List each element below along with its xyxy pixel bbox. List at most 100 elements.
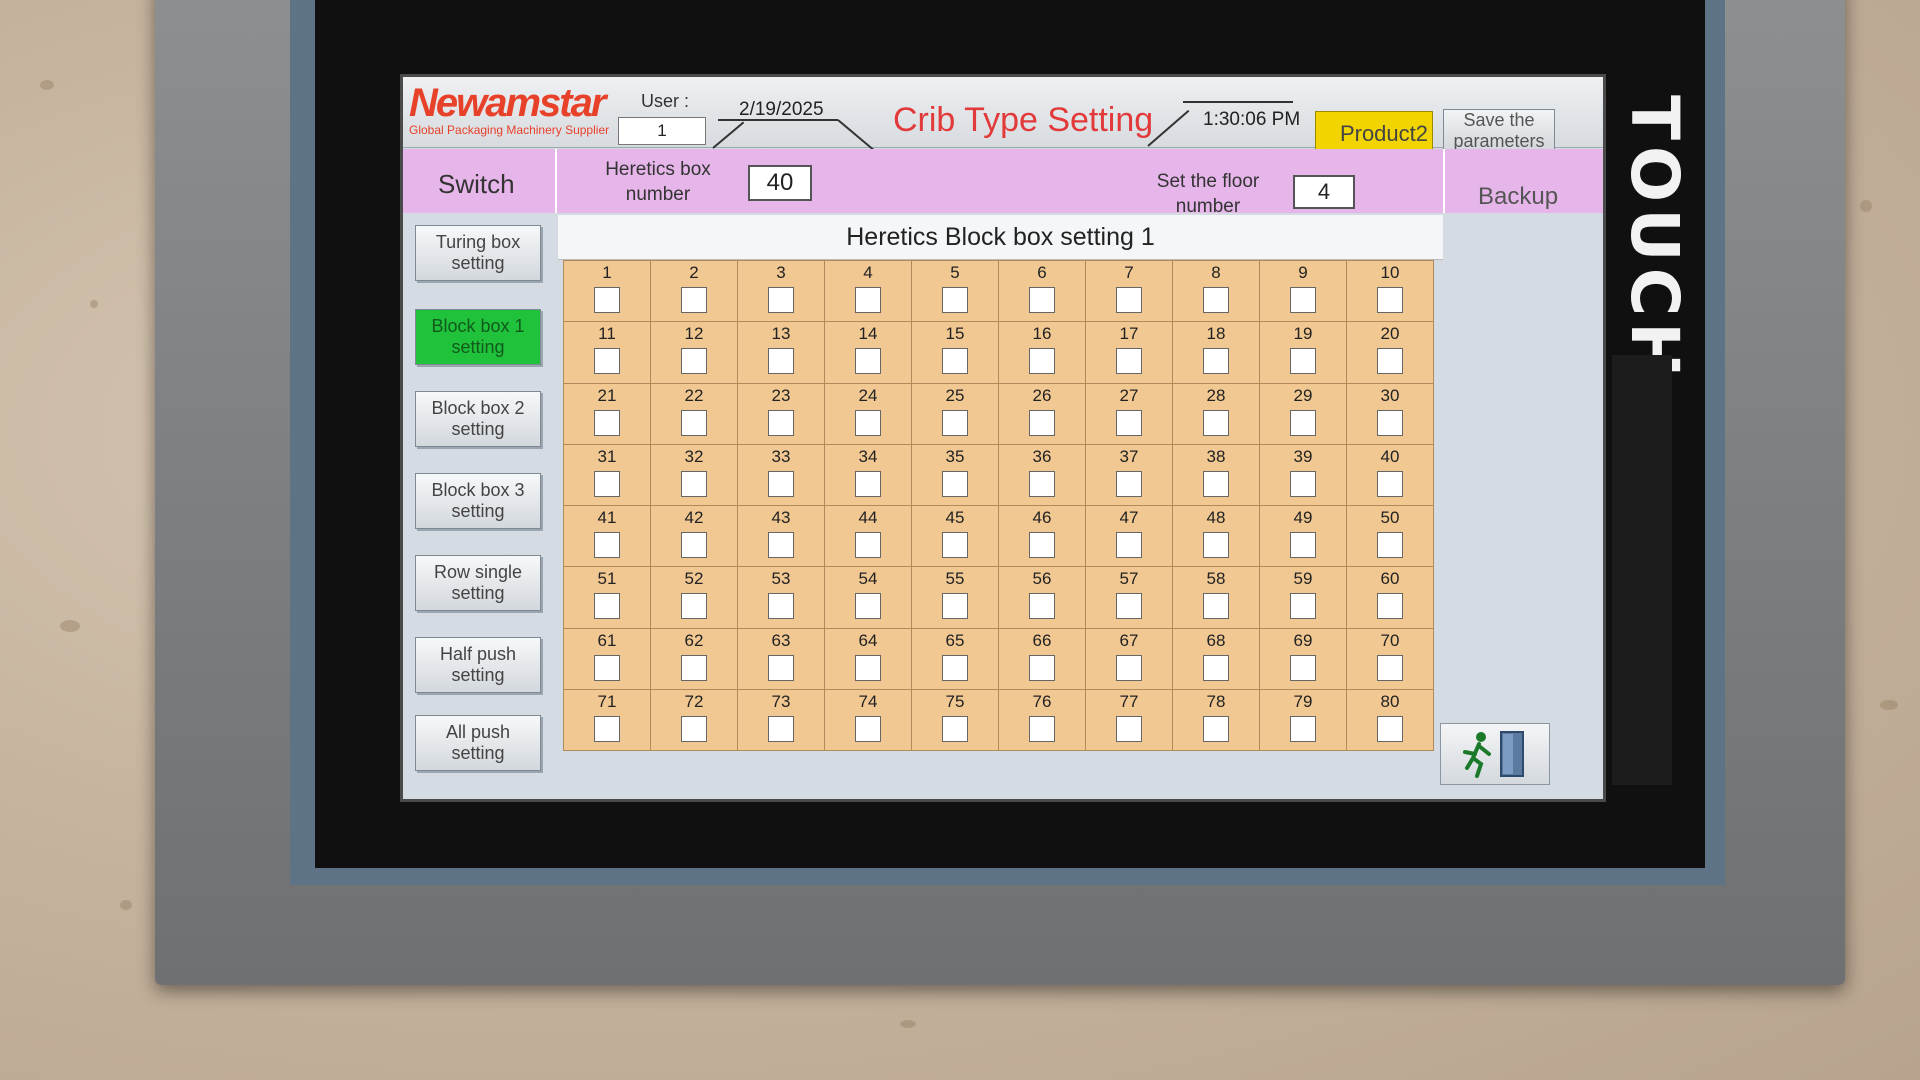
grid-cell-checkbox[interactable] [594,348,620,375]
grid-cell-checkbox[interactable] [942,348,968,375]
grid-cell-checkbox[interactable] [768,532,794,558]
grid-cell-checkbox[interactable] [1290,348,1316,375]
grid-cell-checkbox[interactable] [594,715,620,742]
grid-cell-checkbox[interactable] [1290,409,1316,436]
grid-cell-checkbox[interactable] [1203,470,1229,497]
grid-cell-checkbox[interactable] [1116,287,1142,313]
grid-cell-checkbox[interactable] [1377,654,1403,681]
grid-cell-checkbox[interactable] [768,348,794,375]
grid-cell-checkbox[interactable] [594,532,620,558]
grid-cell-number: 1 [602,263,612,282]
grid-cell-checkbox[interactable] [768,287,794,313]
grid-cell-checkbox[interactable] [855,593,881,620]
grid-cell-checkbox[interactable] [1290,593,1316,620]
grid-cell-checkbox[interactable] [768,654,794,681]
grid-cell-checkbox[interactable] [1377,593,1403,620]
grid-cell-checkbox[interactable] [855,287,881,313]
grid-cell-checkbox[interactable] [1203,593,1229,620]
grid-cell-checkbox[interactable] [1116,654,1142,681]
grid-cell: 62 [651,628,738,690]
grid-cell-checkbox[interactable] [942,715,968,742]
menu-block-box-1-setting[interactable]: Block box 1 setting [415,309,541,365]
grid-cell-checkbox[interactable] [681,470,707,497]
grid-cell-checkbox[interactable] [1116,470,1142,497]
grid-cell-checkbox[interactable] [1116,715,1142,742]
grid-cell-checkbox[interactable] [1377,287,1403,313]
grid-cell-checkbox[interactable] [1029,348,1055,375]
grid-cell-checkbox[interactable] [1377,409,1403,436]
grid-cell-checkbox[interactable] [768,593,794,620]
grid-cell-checkbox[interactable] [1116,532,1142,558]
grid-cell-checkbox[interactable] [855,715,881,742]
heretics-box-label: Heretics box number [605,159,711,205]
grid-cell-checkbox[interactable] [594,470,620,497]
menu-block-box-3-setting[interactable]: Block box 3 setting [415,473,541,529]
grid-cell-checkbox[interactable] [1116,348,1142,375]
menu-half-push-setting[interactable]: Half push setting [415,637,541,693]
grid-cell-checkbox[interactable] [1203,409,1229,436]
grid-cell-checkbox[interactable] [1116,593,1142,620]
grid-cell-checkbox[interactable] [855,470,881,497]
menu-block-box-2-setting[interactable]: Block box 2 setting [415,391,541,447]
grid-cell-checkbox[interactable] [855,348,881,375]
grid-cell-checkbox[interactable] [942,409,968,436]
grid-cell-checkbox[interactable] [1203,654,1229,681]
user-field[interactable]: 1 [618,117,706,145]
grid-cell-checkbox[interactable] [681,654,707,681]
grid-cell-checkbox[interactable] [768,409,794,436]
grid-cell-checkbox[interactable] [1029,470,1055,497]
grid-cell-checkbox[interactable] [1029,287,1055,313]
grid-cell-checkbox[interactable] [681,593,707,620]
grid-cell-checkbox[interactable] [855,409,881,436]
grid-cell-checkbox[interactable] [942,470,968,497]
menu-turing-box-setting[interactable]: Turing box setting [415,225,541,281]
grid-cell: 80 [1347,689,1434,751]
grid-cell-checkbox[interactable] [594,287,620,313]
grid-cell-checkbox[interactable] [942,593,968,620]
grid-cell-checkbox[interactable] [1029,593,1055,620]
grid-cell-checkbox[interactable] [1290,287,1316,313]
grid-cell-checkbox[interactable] [768,470,794,497]
menu-row-single-setting[interactable]: Row single setting [415,555,541,611]
grid-cell-checkbox[interactable] [594,409,620,436]
grid-cell-checkbox[interactable] [1290,532,1316,558]
grid-cell-checkbox[interactable] [594,593,620,620]
grid-cell-checkbox[interactable] [594,654,620,681]
grid-cell-number: 79 [1293,691,1313,711]
grid-cell-checkbox[interactable] [681,409,707,436]
grid-cell-checkbox[interactable] [681,287,707,313]
grid-cell-checkbox[interactable] [1377,715,1403,742]
grid-cell: 50 [1347,506,1434,568]
grid-cell-checkbox[interactable] [1290,470,1316,497]
backup-button[interactable]: Backup [1478,183,1558,211]
grid-cell-checkbox[interactable] [855,654,881,681]
grid-cell-checkbox[interactable] [1203,532,1229,558]
grid-cell-checkbox[interactable] [681,348,707,375]
grid-cell-checkbox[interactable] [942,287,968,313]
grid-cell-checkbox[interactable] [768,715,794,742]
grid-cell-checkbox[interactable] [942,654,968,681]
grid-cell-checkbox[interactable] [1290,715,1316,742]
grid-cell-checkbox[interactable] [1116,409,1142,436]
grid-cell-checkbox[interactable] [1203,715,1229,742]
grid-cell-checkbox[interactable] [681,715,707,742]
grid-cell-checkbox[interactable] [1290,654,1316,681]
hmi-screen: Newamstar Global Packaging Machinery Sup… [400,74,1606,802]
grid-cell-checkbox[interactable] [942,532,968,558]
grid-cell-checkbox[interactable] [1203,287,1229,313]
heretics-box-input[interactable]: 40 [748,165,812,201]
grid-cell-checkbox[interactable] [1377,532,1403,558]
grid-cell-checkbox[interactable] [1029,654,1055,681]
grid-cell-checkbox[interactable] [1377,348,1403,375]
grid-cell-checkbox[interactable] [1377,470,1403,497]
grid-cell-checkbox[interactable] [855,532,881,558]
grid-cell-checkbox[interactable] [681,532,707,558]
grid-cell-checkbox[interactable] [1203,348,1229,375]
floor-number-input[interactable]: 4 [1293,175,1355,209]
grid-cell-checkbox[interactable] [1029,409,1055,436]
exit-button[interactable] [1440,723,1550,785]
menu-all-push-setting[interactable]: All push setting [415,715,541,771]
bar-separator [1443,149,1445,213]
grid-cell-checkbox[interactable] [1029,532,1055,558]
grid-cell-checkbox[interactable] [1029,715,1055,742]
